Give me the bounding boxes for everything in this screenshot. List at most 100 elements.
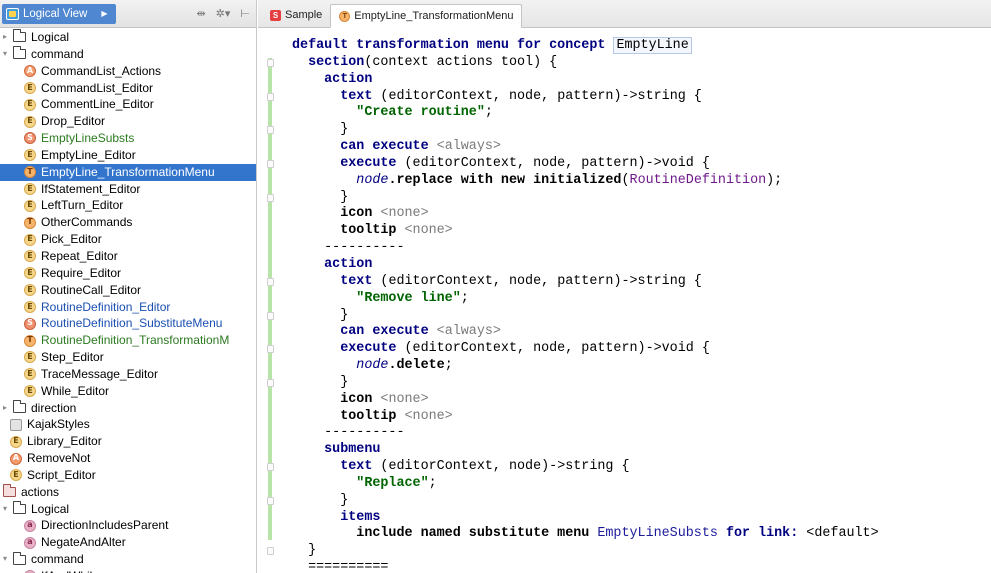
code-line[interactable]: include named substitute menu EmptyLineS… bbox=[258, 526, 991, 543]
code-line[interactable]: submenu bbox=[258, 442, 991, 459]
expanded-arrow-icon[interactable]: ▾ bbox=[0, 46, 10, 63]
expanded-arrow-icon[interactable]: ▾ bbox=[0, 551, 10, 568]
tree-item[interactable]: S EmptyLineSubsts bbox=[0, 130, 256, 147]
tree-item[interactable]: aIfAndWhile bbox=[0, 568, 256, 573]
code-line[interactable]: ========== bbox=[258, 560, 991, 573]
tree-item[interactable]: E Require_Editor bbox=[0, 265, 256, 282]
editor-tab[interactable]: S Sample bbox=[262, 3, 330, 27]
fold-marker-icon[interactable] bbox=[267, 159, 274, 168]
fold-marker-icon[interactable] bbox=[267, 311, 274, 320]
code-token: include named substitute menu bbox=[292, 526, 598, 542]
tree-item[interactable]: a NegateAndAlter bbox=[0, 534, 256, 551]
tree-item[interactable]: A CommandList_Actions bbox=[0, 63, 256, 80]
code-line[interactable]: } bbox=[258, 375, 991, 392]
node-type-icon: T bbox=[24, 334, 36, 347]
tree-item[interactable]: A RemoveNot bbox=[0, 450, 256, 467]
tree-item[interactable]: S RoutineDefinition_SubstituteMenu bbox=[0, 315, 256, 332]
code-line[interactable]: ---------- bbox=[258, 240, 991, 257]
view-selector-dropdown[interactable]: Logical View ▶ bbox=[2, 3, 116, 24]
tree-item[interactable]: actions bbox=[0, 484, 256, 501]
tree-item[interactable]: E Library_Editor bbox=[0, 433, 256, 450]
fold-marker-icon[interactable] bbox=[267, 496, 274, 505]
fold-marker-icon[interactable] bbox=[267, 58, 274, 67]
code-line[interactable]: icon <none> bbox=[258, 392, 991, 409]
code-line[interactable]: execute (editorContext, node, pattern)->… bbox=[258, 341, 991, 358]
tree-item[interactable]: E TraceMessage_Editor bbox=[0, 366, 256, 383]
fold-marker-icon[interactable] bbox=[267, 463, 274, 472]
scroll-from-source-icon[interactable]: ⇹ bbox=[196, 7, 205, 20]
tree-item[interactable]: E Step_Editor bbox=[0, 349, 256, 366]
fold-marker-icon[interactable] bbox=[267, 193, 274, 202]
editor-tab[interactable]: T EmptyLine_TransformationMenu bbox=[330, 4, 523, 28]
collapsed-arrow-icon[interactable]: ▸ bbox=[0, 29, 10, 46]
tree-item[interactable]: E Pick_Editor bbox=[0, 231, 256, 248]
fold-marker-icon[interactable] bbox=[267, 378, 274, 387]
tree-item-label: TraceMessage_Editor bbox=[41, 366, 158, 381]
fold-marker-icon[interactable] bbox=[267, 92, 274, 101]
expanded-arrow-icon[interactable]: ▾ bbox=[0, 501, 10, 518]
tree-item[interactable]: E CommandList_Editor bbox=[0, 80, 256, 97]
code-line[interactable]: } bbox=[258, 543, 991, 560]
code-line[interactable]: tooltip <none> bbox=[258, 223, 991, 240]
fold-marker-icon[interactable] bbox=[267, 277, 274, 286]
code-line[interactable]: can execute <always> bbox=[258, 139, 991, 156]
tree-item[interactable]: ▸ Logical bbox=[0, 29, 256, 46]
code-line[interactable]: ---------- bbox=[258, 425, 991, 442]
code-line[interactable]: section(context actions tool) { bbox=[258, 55, 991, 72]
code-editor[interactable]: default transformation menu for concept … bbox=[258, 37, 991, 573]
tree-item[interactable]: KajakStyles bbox=[0, 416, 256, 433]
tree-item[interactable]: E RoutineDefinition_Editor bbox=[0, 299, 256, 316]
gear-icon[interactable]: ✲▾ bbox=[216, 7, 231, 20]
tree-item[interactable]: a DirectionIncludesParent bbox=[0, 517, 256, 534]
fold-marker-icon[interactable] bbox=[267, 345, 274, 354]
code-line[interactable]: action bbox=[258, 72, 991, 89]
code-line[interactable]: tooltip <none> bbox=[258, 409, 991, 426]
code-token: ( bbox=[621, 172, 630, 188]
tree-item[interactable]: T OtherCommands bbox=[0, 214, 256, 231]
code-line[interactable]: action bbox=[258, 257, 991, 274]
code-line[interactable]: "Replace"; bbox=[258, 476, 991, 493]
code-line[interactable]: text (editorContext, node, pattern)->str… bbox=[258, 89, 991, 106]
tree-item[interactable]: E IfStatement_Editor bbox=[0, 181, 256, 198]
tree-item[interactable]: ▾ Logical bbox=[0, 501, 256, 518]
tree-item[interactable]: E EmptyLine_Editor bbox=[0, 147, 256, 164]
node-type-icon: E bbox=[24, 233, 36, 246]
tree-item[interactable]: T RoutineDefinition_TransformationM bbox=[0, 332, 256, 349]
code-token: (editorContext, node, pattern)->void { bbox=[404, 341, 710, 357]
tree-item[interactable]: E Script_Editor bbox=[0, 467, 256, 484]
collapsed-arrow-icon[interactable]: ▸ bbox=[0, 400, 10, 417]
code-line[interactable]: } bbox=[258, 308, 991, 325]
fold-marker-icon[interactable] bbox=[267, 547, 274, 556]
code-line[interactable]: execute (editorContext, node, pattern)->… bbox=[258, 156, 991, 173]
code-token: } bbox=[292, 189, 349, 205]
code-line[interactable]: items bbox=[258, 510, 991, 527]
tree-item[interactable]: E RoutineCall_Editor bbox=[0, 282, 256, 299]
code-line[interactable]: } bbox=[258, 493, 991, 510]
code-line[interactable]: node.replace with new initialized(Routin… bbox=[258, 173, 991, 190]
tree-item[interactable]: ▾ command bbox=[0, 46, 256, 63]
fold-marker-icon[interactable] bbox=[267, 126, 274, 135]
tree-item-label: Pick_Editor bbox=[41, 232, 102, 247]
tree-item[interactable]: E Drop_Editor bbox=[0, 113, 256, 130]
tree-item[interactable]: E LeftTurn_Editor bbox=[0, 197, 256, 214]
code-token: execute bbox=[292, 341, 405, 357]
code-line[interactable]: can execute <always> bbox=[258, 324, 991, 341]
tree-item[interactable]: ▾ command bbox=[0, 551, 256, 568]
code-line[interactable]: icon <none> bbox=[258, 206, 991, 223]
tree-item[interactable]: E CommentLine_Editor bbox=[0, 96, 256, 113]
code-line[interactable]: "Create routine"; bbox=[258, 105, 991, 122]
code-line[interactable]: } bbox=[258, 122, 991, 139]
tree-item-label: CommentLine_Editor bbox=[41, 97, 154, 112]
collapse-all-icon[interactable]: ⊢ bbox=[240, 7, 250, 20]
code-line[interactable]: "Remove line"; bbox=[258, 291, 991, 308]
code-line[interactable]: } bbox=[258, 190, 991, 207]
code-line[interactable]: text (editorContext, node)->string { bbox=[258, 459, 991, 476]
tree-item[interactable]: ▸ direction bbox=[0, 399, 256, 417]
code-line[interactable]: node.delete; bbox=[258, 358, 991, 375]
code-line[interactable]: default transformation menu for concept … bbox=[258, 37, 991, 55]
tree-item[interactable]: E Repeat_Editor bbox=[0, 248, 256, 265]
code-line[interactable]: text (editorContext, node, pattern)->str… bbox=[258, 274, 991, 291]
tree-item[interactable]: E While_Editor bbox=[0, 383, 256, 400]
tree-item[interactable]: T EmptyLine_TransformationMenu bbox=[0, 163, 256, 181]
code-token: "Replace" bbox=[292, 475, 429, 491]
